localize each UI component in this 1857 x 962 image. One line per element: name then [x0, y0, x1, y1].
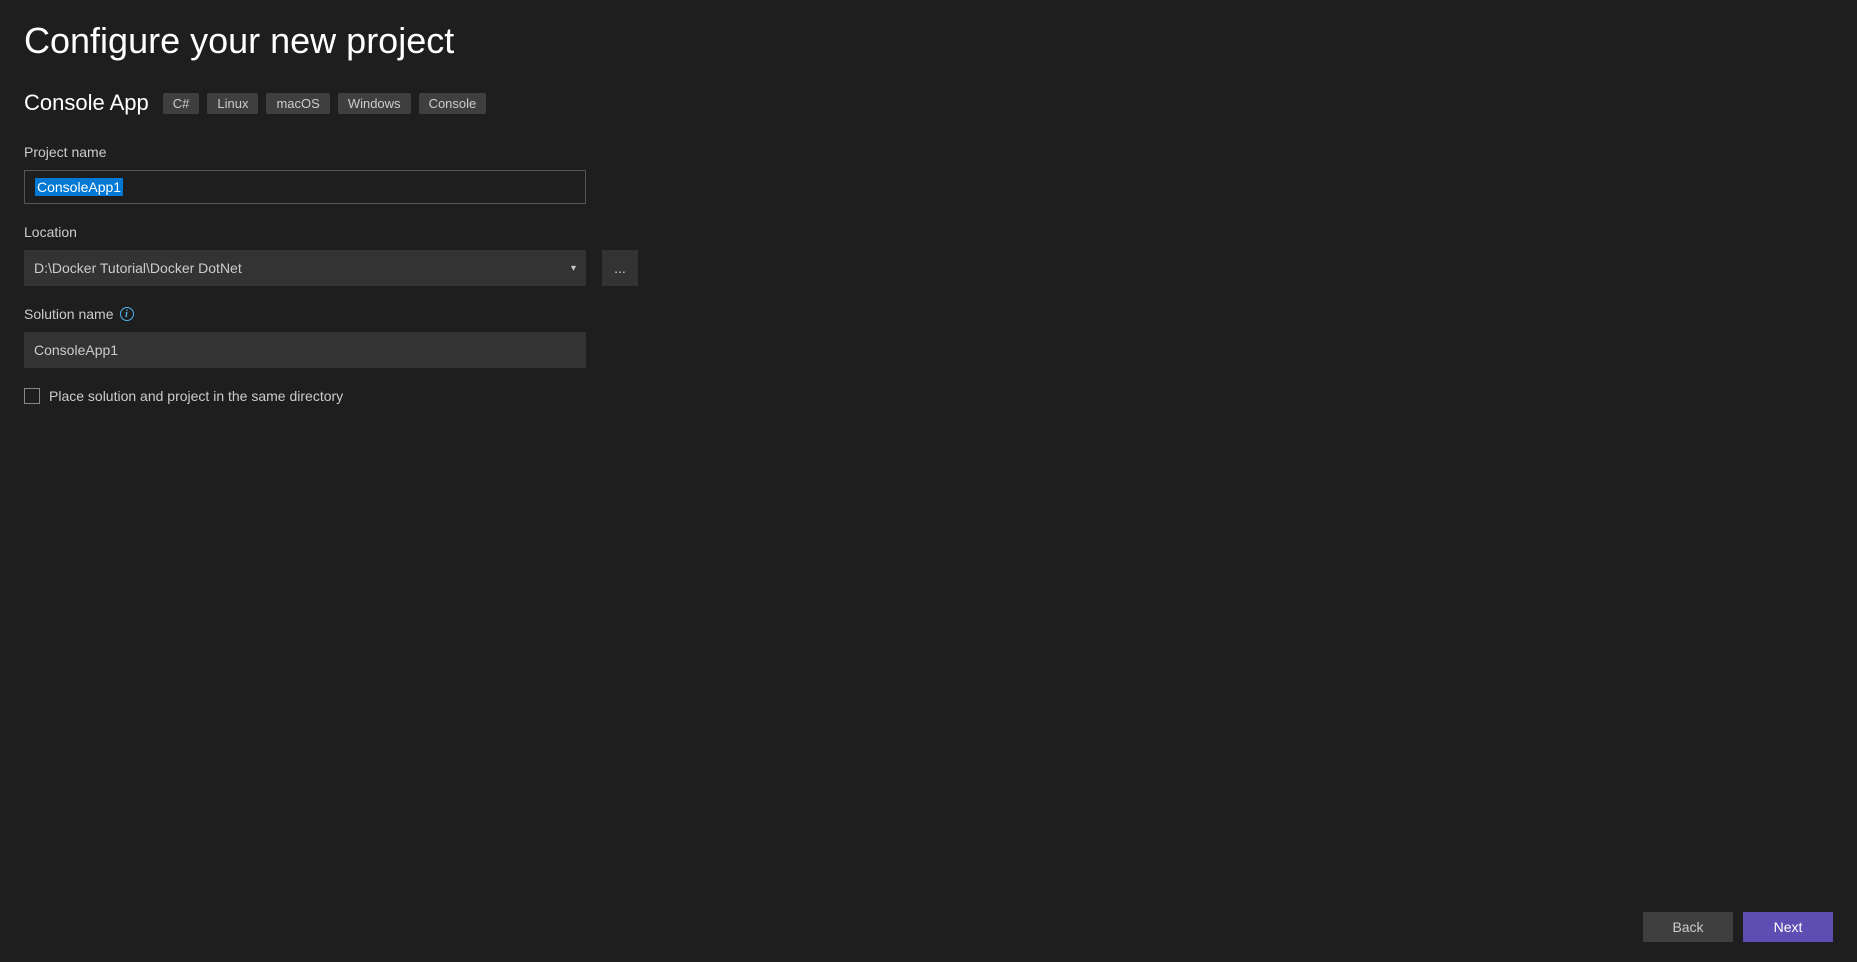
project-name-label: Project name: [24, 144, 1833, 160]
browse-button[interactable]: ...: [602, 250, 638, 286]
chevron-down-icon: ▾: [571, 263, 576, 274]
solution-name-input[interactable]: ConsoleApp1: [24, 332, 586, 368]
project-type-row: Console App C# Linux macOS Windows Conso…: [24, 90, 1833, 116]
footer-buttons: Back Next: [1643, 912, 1833, 942]
back-button[interactable]: Back: [1643, 912, 1733, 942]
solution-name-value: ConsoleApp1: [34, 342, 118, 358]
tag-csharp: C#: [163, 93, 200, 114]
project-type-name: Console App: [24, 90, 149, 116]
tag-macos: macOS: [266, 93, 329, 114]
location-label: Location: [24, 224, 1833, 240]
location-value: D:\Docker Tutorial\Docker DotNet: [34, 260, 242, 276]
location-dropdown[interactable]: D:\Docker Tutorial\Docker DotNet ▾: [24, 250, 586, 286]
tag-windows: Windows: [338, 93, 411, 114]
project-name-value: ConsoleApp1: [35, 178, 123, 196]
tag-linux: Linux: [207, 93, 258, 114]
solution-name-label: Solution name i: [24, 306, 1833, 322]
next-button[interactable]: Next: [1743, 912, 1833, 942]
same-directory-label: Place solution and project in the same d…: [49, 388, 343, 404]
project-name-input[interactable]: ConsoleApp1: [24, 170, 586, 204]
page-title: Configure your new project: [24, 20, 1833, 62]
same-directory-checkbox[interactable]: [24, 388, 40, 404]
tag-console: Console: [419, 93, 487, 114]
info-icon[interactable]: i: [120, 307, 134, 321]
solution-name-label-text: Solution name: [24, 306, 114, 322]
